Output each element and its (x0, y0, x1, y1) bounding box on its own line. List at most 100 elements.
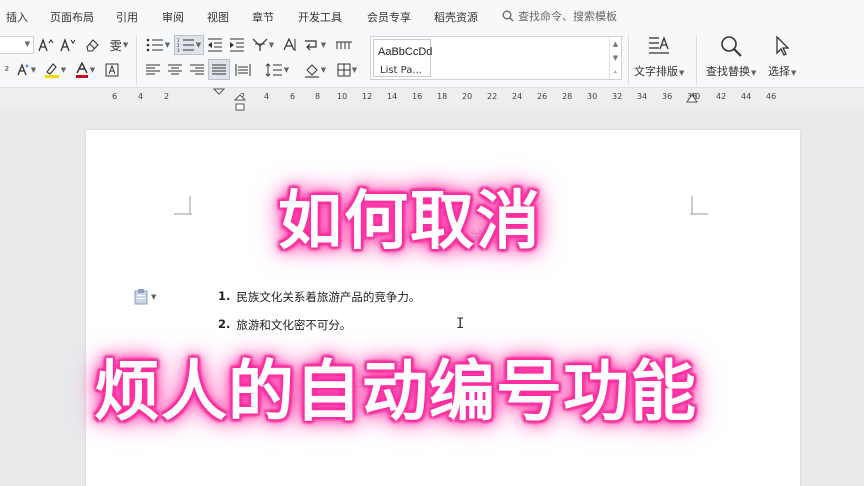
scroll-up-icon[interactable]: ▲ (610, 37, 621, 51)
decrease-font-size-button[interactable] (60, 37, 76, 53)
ruler-number: 46 (766, 92, 777, 101)
ruler-number: 14 (387, 92, 398, 101)
style-list-paragraph[interactable]: AaBbCcDd List Pa... (373, 39, 432, 77)
chevron-down-icon: ▼ (60, 66, 67, 74)
ruler-number: 2 (164, 92, 170, 101)
margin-corner-mark (690, 196, 708, 215)
ruler-number: 12 (362, 92, 373, 101)
phonetic-guide-button[interactable]: 雯 ▼ (106, 37, 132, 53)
command-search[interactable]: 查找命令、搜索模板 (502, 8, 617, 24)
right-indent-marker[interactable] (686, 94, 698, 106)
numbered-list-icon: 123 (177, 38, 194, 52)
ruler-number: 10 (337, 92, 348, 101)
chevron-down-icon: ▼ (268, 41, 275, 49)
ruler-number: 28 (562, 92, 573, 101)
text-effect-button[interactable]: ▼ (14, 62, 38, 78)
chevron-down-icon: ▼ (164, 41, 171, 49)
chevron-down-icon: ▼ (151, 293, 157, 301)
align-center-button[interactable] (166, 62, 184, 78)
search-icon (502, 10, 514, 22)
ruler-number: 20 (462, 92, 473, 101)
first-line-indent-marker[interactable] (212, 88, 226, 110)
highlighter-icon (44, 63, 59, 78)
search-placeholder: 查找命令、搜索模板 (518, 10, 617, 23)
align-left-icon (146, 64, 160, 75)
find-replace-label: 查找替换 (706, 65, 750, 78)
menu-section[interactable]: 章节 (252, 9, 274, 25)
menu-developer[interactable]: 开发工具 (298, 9, 342, 25)
text-direction-button[interactable] (282, 37, 298, 53)
increase-indent-icon (230, 38, 244, 52)
superscript-button[interactable]: ² (2, 62, 12, 78)
ruler-number: 30 (587, 92, 598, 101)
menu-references[interactable]: 引用 (116, 9, 138, 25)
list-text: 旅游和文化密不可分。 (236, 318, 352, 332)
chevron-down-icon: ▼ (195, 41, 202, 49)
menu-page-layout[interactable]: 页面布局 (50, 9, 94, 25)
text-layout-icon (649, 36, 670, 54)
phonetic-icon: 雯 (109, 38, 122, 53)
chevron-down-icon: ▼ (351, 66, 358, 74)
char-border-icon (105, 63, 119, 77)
tab-stops-button[interactable] (334, 37, 354, 53)
numbered-list-button[interactable]: 1 2 3 ▼ (174, 35, 204, 55)
horizontal-ruler[interactable]: 6 4 2 2 4 6 8 10 12 14 16 18 20 22 24 26… (0, 88, 864, 112)
increase-indent-button[interactable] (228, 37, 246, 53)
borders-button[interactable]: ▼ (334, 62, 360, 78)
justify-button[interactable] (208, 59, 230, 80)
justify-icon (212, 64, 226, 74)
i-beam-cursor-icon: I (456, 316, 465, 332)
style-name: List Pa... (380, 65, 422, 76)
font-color-button[interactable]: ▼ (72, 62, 98, 78)
borders-icon (337, 63, 351, 77)
select-button[interactable]: 选择▼ (768, 34, 796, 79)
increase-font-size-button[interactable] (38, 37, 54, 53)
menu-review[interactable]: 审阅 (162, 9, 184, 25)
overlay-title-line2: 烦人的自动编号功能 (94, 353, 697, 430)
scroll-down-icon[interactable]: ▼ (610, 51, 621, 65)
font-size-select[interactable]: ▼ (0, 36, 34, 54)
menu-view[interactable]: 视图 (207, 9, 229, 25)
svg-text:3: 3 (177, 48, 180, 52)
chinese-layout-button[interactable]: ▼ (250, 37, 276, 53)
text-direction-icon (283, 38, 296, 51)
styles-gallery: AaBbCcDd List Pa... ▲ ▼ ⩡ (370, 36, 622, 80)
char-border-button[interactable] (104, 62, 120, 78)
distributed-align-button[interactable] (234, 62, 252, 78)
list-number: 1. (218, 289, 231, 303)
margin-corner-mark (174, 196, 192, 215)
toolbar-separator (628, 36, 629, 84)
line-break-button[interactable]: ▼ (302, 37, 328, 53)
paint-bucket-icon (304, 64, 319, 78)
toolbar-separator (696, 36, 697, 84)
toolbar-separator (136, 36, 137, 84)
paste-options-button[interactable]: ▼ (134, 289, 156, 305)
font-color-icon (75, 62, 88, 78)
line-spacing-icon (265, 63, 282, 77)
chevron-down-icon: ▼ (24, 40, 30, 48)
ruler-number: 26 (537, 92, 548, 101)
magnifier-icon (721, 36, 742, 57)
chevron-down-icon: ▼ (320, 41, 327, 49)
list-item[interactable]: 1. 民族文化关系着旅游产品的竞争力。 (218, 289, 420, 305)
menu-docer[interactable]: 稻壳资源 (434, 9, 478, 25)
line-spacing-button[interactable]: ▼ (262, 62, 292, 78)
menu-insert[interactable]: 插入 (6, 9, 28, 25)
align-left-button[interactable] (144, 62, 162, 78)
ruler-number: 22 (487, 92, 498, 101)
find-replace-button[interactable]: 查找替换▼ (706, 34, 756, 79)
list-item[interactable]: 2. 旅游和文化密不可分。 (218, 317, 351, 333)
chinese-layout-icon (252, 38, 268, 51)
clear-format-button[interactable] (84, 37, 100, 53)
menu-member[interactable]: 会员专享 (367, 9, 411, 25)
styles-scroll[interactable]: ▲ ▼ ⩡ (609, 37, 621, 79)
bullet-list-button[interactable]: ▼ (144, 37, 172, 53)
highlight-button[interactable]: ▼ (42, 62, 68, 78)
ruler-number: 8 (315, 92, 321, 101)
text-layout-button[interactable]: 文字排版▼ (634, 34, 684, 79)
align-right-button[interactable] (188, 62, 206, 78)
decrease-indent-button[interactable] (206, 37, 224, 53)
shading-button[interactable]: ▼ (302, 62, 328, 78)
expand-icon[interactable]: ⩡ (610, 65, 621, 79)
hanging-indent-marker[interactable] (234, 94, 246, 112)
